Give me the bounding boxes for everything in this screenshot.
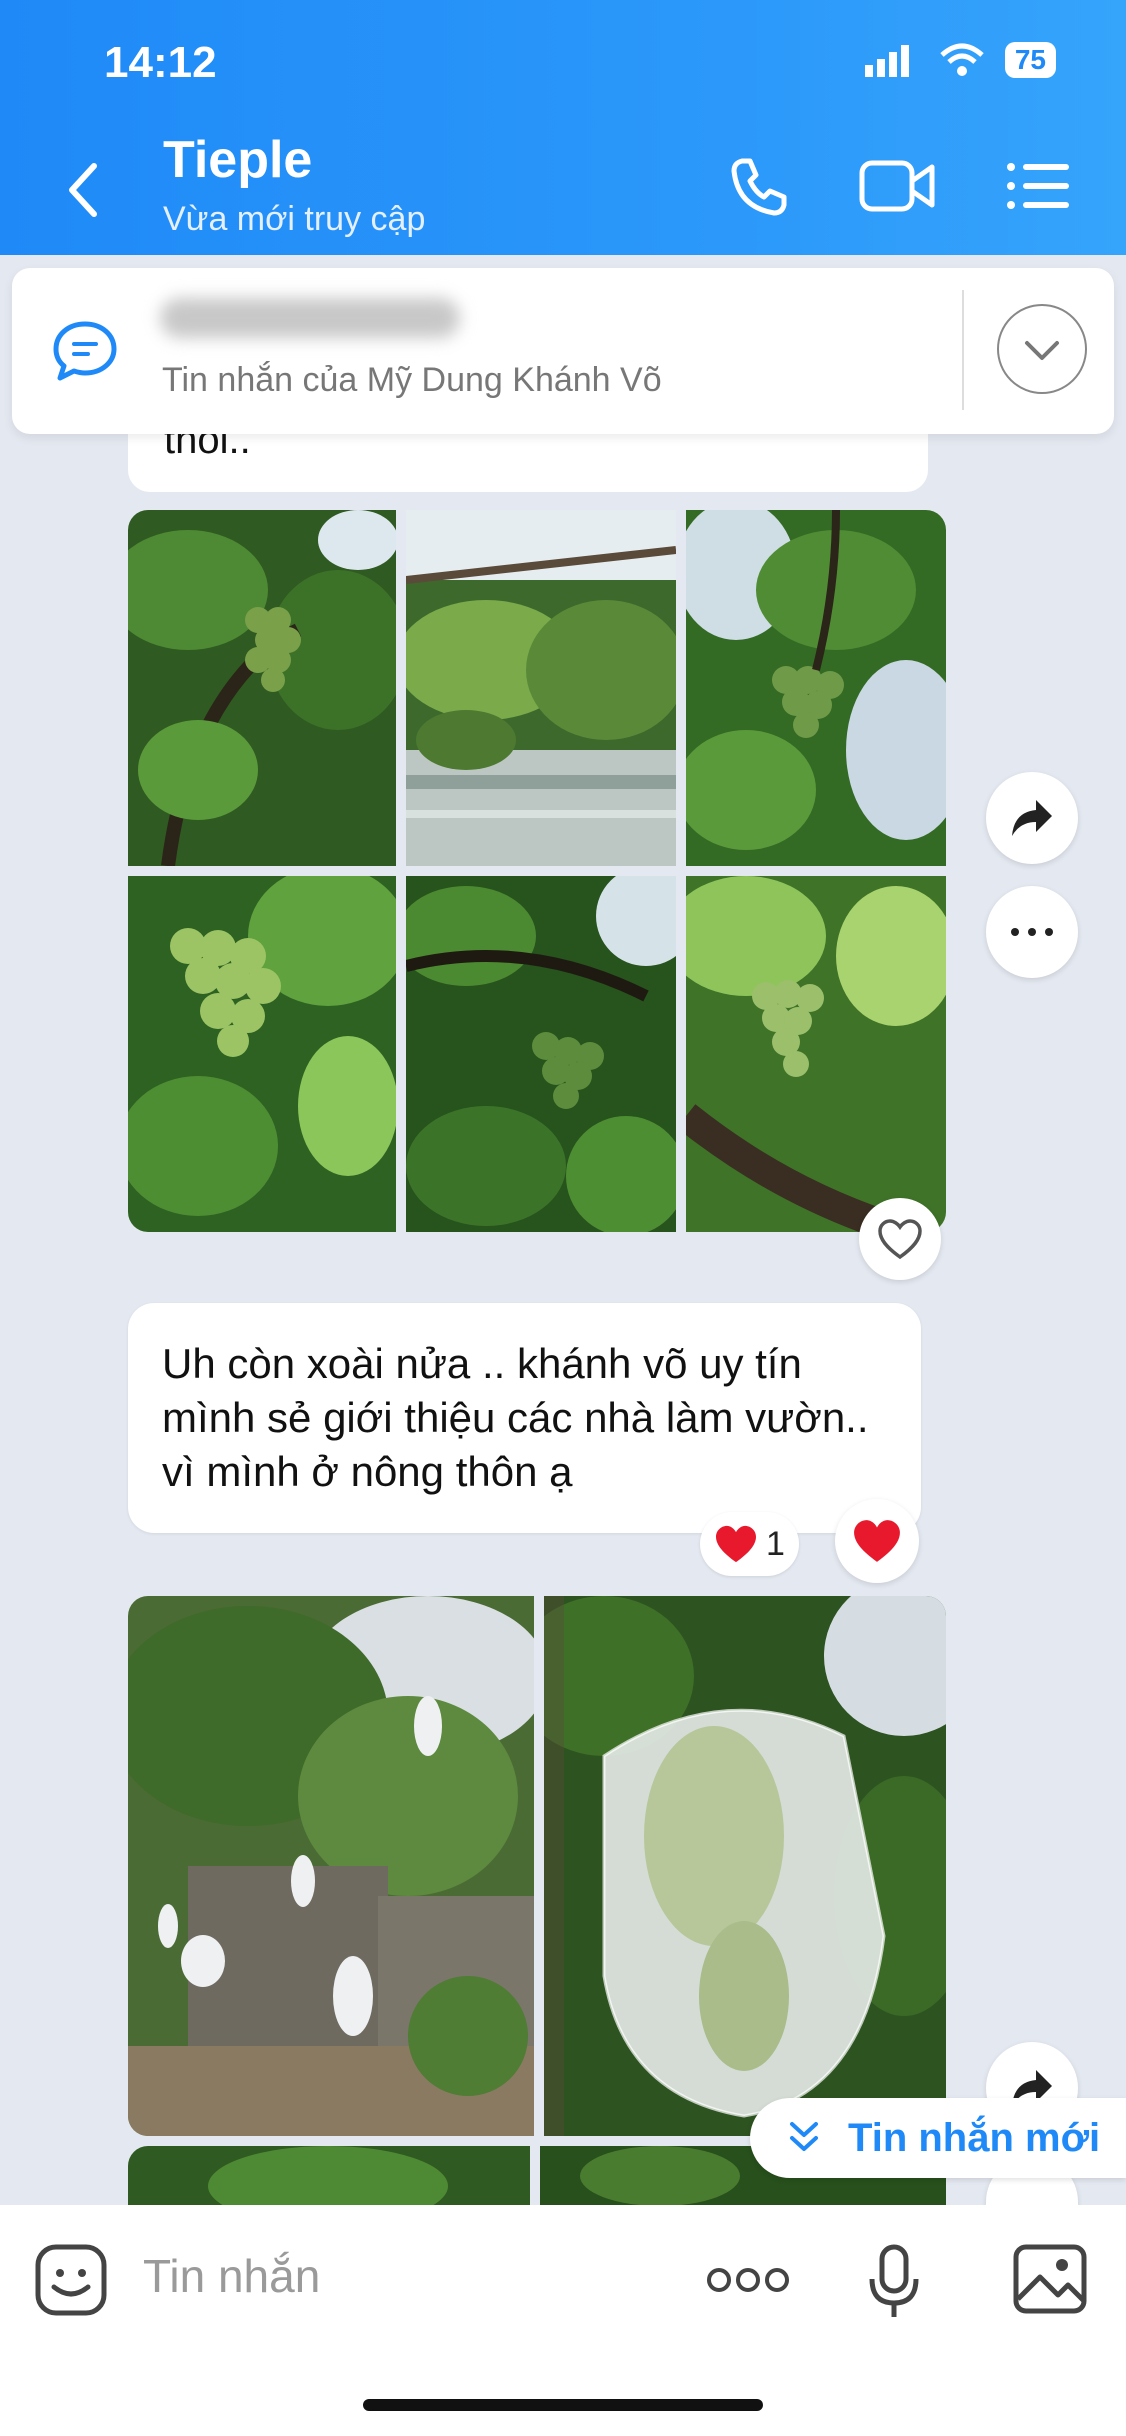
video-call-icon[interactable] — [858, 155, 936, 217]
grape-photo[interactable] — [406, 876, 676, 1232]
grape-photo[interactable] — [128, 876, 396, 1232]
photo-grid-mangoes — [128, 1596, 946, 2136]
new-messages-button[interactable]: Tin nhắn mới — [750, 2098, 1126, 2178]
message-input[interactable]: Tin nhắn — [143, 2249, 320, 2303]
chevron-down-icon — [1025, 341, 1059, 360]
back-arrow-icon[interactable] — [60, 160, 110, 220]
more-dots-icon — [1011, 928, 1053, 936]
pinned-message-banner[interactable]: Tin nhắn của Mỹ Dung Khánh Võ — [12, 268, 1114, 434]
reaction-count: 1 — [766, 1524, 785, 1563]
contact-name[interactable]: Tieple — [163, 130, 312, 190]
double-chevron-down-icon — [790, 2122, 818, 2151]
heart-outline-icon — [878, 1219, 922, 1260]
grape-photo[interactable] — [406, 510, 676, 866]
status-icons: 75 — [864, 42, 1056, 78]
grape-photo[interactable] — [128, 510, 396, 866]
pinned-message-text: Tin nhắn của Mỹ Dung Khánh Võ — [162, 361, 662, 399]
divider — [962, 290, 964, 410]
chat-header: 14:12 75 Tieple Vừa mới truy cập — [0, 0, 1126, 255]
mango-tree-photo[interactable] — [128, 1596, 534, 2136]
grape-photo[interactable] — [686, 510, 946, 866]
microphone-icon[interactable] — [868, 2243, 920, 2323]
wifi-icon — [940, 43, 984, 76]
heart-icon — [854, 1520, 900, 1562]
contact-status: Vừa mới truy cập — [163, 200, 426, 238]
share-arrow-icon — [1012, 800, 1052, 836]
composer-bar: Tin nhắn — [0, 2205, 1126, 2436]
sticker-icon[interactable] — [34, 2243, 108, 2317]
signal-icon — [864, 45, 909, 77]
more-options-icon[interactable] — [706, 2265, 790, 2295]
message-text: Uh còn xoài nửa .. khánh võ uy tín mình … — [162, 1340, 869, 1495]
photo-grid-grapes — [128, 510, 946, 1232]
status-time: 14:12 — [104, 38, 217, 87]
image-gallery-icon[interactable] — [1012, 2243, 1088, 2315]
message-bubble[interactable]: Uh còn xoài nửa .. khánh võ uy tín mình … — [128, 1303, 921, 1533]
battery-indicator: 75 — [1004, 42, 1056, 78]
more-options-button[interactable] — [986, 886, 1078, 978]
react-button-active[interactable] — [835, 1499, 919, 1583]
react-button[interactable] — [859, 1198, 941, 1280]
menu-list-icon[interactable] — [1005, 155, 1071, 217]
phone-icon[interactable] — [728, 155, 790, 217]
chat-bubble-icon — [53, 321, 117, 381]
grape-photo[interactable] — [686, 876, 946, 1232]
photo-thumbnail[interactable] — [128, 2146, 530, 2206]
new-messages-label: Tin nhắn mới — [848, 2115, 1101, 2160]
reaction-summary[interactable]: 1 — [700, 1512, 799, 1576]
heart-icon — [716, 1525, 756, 1563]
expand-button[interactable] — [997, 304, 1087, 394]
home-indicator — [363, 2399, 763, 2411]
forward-button[interactable] — [986, 772, 1078, 864]
blurred-sender-name — [160, 298, 460, 338]
bagged-mango-photo[interactable] — [544, 1596, 946, 2136]
